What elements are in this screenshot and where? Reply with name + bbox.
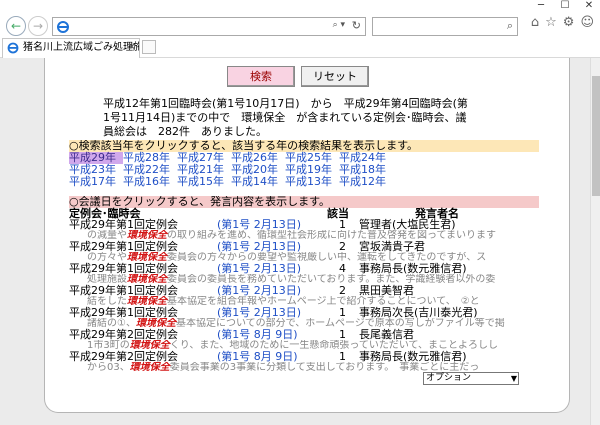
option-select-value: オプション: [426, 373, 472, 383]
result-speaker: 長尾義信君: [359, 328, 414, 341]
result-meeting: 平成29年第2回定例会: [69, 328, 178, 341]
result-date-link[interactable]: (第1号 8月 9日): [217, 351, 298, 362]
home-icon[interactable]: ⌂: [531, 15, 539, 30]
year-link[interactable]: 平成14年: [231, 176, 285, 188]
result-line: 平成29年第1回定例会 (第1号 2月13日) 2 宮坂満貴子君: [69, 241, 539, 252]
result-count: 4: [339, 262, 346, 275]
result-line: 平成29年第1回定例会 (第1号 2月13日) 1 管理者(大塩民生君): [69, 219, 539, 230]
result-row: 平成29年第1回定例会 (第1号 2月13日) 2 黒田美智君 結をした環境保全基本協…: [69, 285, 539, 307]
result-row: 平成29年第1回定例会 (第1号 2月13日) 2 宮坂満貴子君 の方々や環境保全委員…: [69, 241, 539, 263]
back-button[interactable]: ←: [6, 16, 26, 36]
result-count: 1: [339, 328, 346, 341]
maximize-icon[interactable]: ☐: [558, 0, 572, 14]
result-date-link[interactable]: (第1号 8月 9日): [217, 329, 298, 340]
option-select[interactable]: オプション ▼: [423, 372, 519, 385]
year-row: 平成17年 平成16年 平成15年 平成14年 平成13年 平成12年: [69, 176, 539, 188]
result-line: 平成29年第2回定例会 (第1号 8月 9日) 1 長尾義信君: [69, 329, 539, 340]
result-meeting: 平成29年第1回定例会: [69, 306, 178, 319]
chevron-down-icon: ▼: [510, 374, 517, 383]
result-line: 平成29年第2回定例会 (第1号 8月 9日) 1 事務局長(数元雅信君): [69, 351, 539, 362]
result-count: 2: [339, 284, 346, 297]
year-link[interactable]: 平成13年: [285, 176, 339, 188]
snippet-keyword: 環境保全: [129, 362, 170, 373]
address-search-dropdown-icon[interactable]: ⌕ ▾: [333, 20, 345, 30]
result-meeting: 平成29年第2回定例会: [69, 350, 178, 363]
vertical-scrollbar[interactable]: [590, 58, 600, 425]
settings-gear-icon[interactable]: ⚙: [563, 15, 575, 30]
result-speaker: 黒田美智君: [359, 284, 414, 297]
new-tab-button[interactable]: [142, 40, 156, 54]
tab-ie-icon: [7, 42, 19, 54]
result-speaker: 管理者(大塩民生君): [359, 218, 456, 231]
browser-tab-active[interactable]: 猪名川上流広域ごみ処理施... ✕: [2, 38, 140, 58]
result-count: 1: [339, 306, 346, 319]
result-row: 平成29年第1回定例会 (第1号 2月13日) 1 管理者(大塩民生君) の減量や環境…: [69, 219, 539, 241]
address-bar[interactable]: ⌕ ▾ ↻: [52, 17, 366, 36]
year-link[interactable]: 平成16年: [123, 176, 177, 188]
result-speaker: 事務局次長(吉川泰光君): [359, 306, 478, 319]
result-date-link[interactable]: (第1号 2月13日): [217, 307, 301, 318]
content-viewport: 検索 リセット 平成12年第1回臨時会(第1号10月17日) から 平成29年第…: [0, 58, 590, 425]
browser-chrome: ─ ☐ ✕ ← → ⌕ ▾ ↻ ⌕ ⌂ ☆ ⚙ ☺ 猪名川上流広域ごみ処理施..…: [0, 0, 600, 58]
result-row: 平成29年第1回定例会 (第1号 2月13日) 4 事務局長(数元雅信君) 処理施設環…: [69, 263, 539, 285]
year-link[interactable]: 平成15年: [177, 176, 231, 188]
year-link[interactable]: 平成17年: [69, 176, 123, 188]
page-panel: 検索 リセット 平成12年第1回臨時会(第1号10月17日) から 平成29年第…: [44, 58, 570, 413]
year-link[interactable]: 平成12年: [339, 176, 393, 188]
result-row: 平成29年第2回定例会 (第1号 8月 9日) 1 長尾義信君 1市3町の環境保全くり…: [69, 329, 539, 351]
result-meeting: 平成29年第1回定例会: [69, 262, 178, 275]
snippet-before: から03、: [77, 362, 130, 373]
minimize-icon[interactable]: ─: [534, 0, 548, 14]
refresh-icon[interactable]: ↻: [352, 19, 361, 32]
search-icon[interactable]: ⌕: [507, 19, 513, 33]
result-speaker: 事務局長(数元雅信君): [359, 350, 467, 363]
result-line: 平成29年第1回定例会 (第1号 2月13日) 4 事務局長(数元雅信君): [69, 263, 539, 274]
tab-title: 猪名川上流広域ごみ処理施...: [23, 42, 140, 53]
result-row: 平成29年第1回定例会 (第1号 2月13日) 1 事務局次長(吉川泰光君) 諸結の①…: [69, 307, 539, 329]
result-line: 平成29年第1回定例会 (第1号 2月13日) 2 黒田美智君: [69, 285, 539, 296]
result-count: 1: [339, 218, 346, 231]
tab-close-icon[interactable]: ✕: [128, 39, 136, 57]
window-controls: ─ ☐ ✕: [534, 0, 596, 14]
result-meeting: 平成29年第1回定例会: [69, 218, 178, 231]
smiley-feedback-icon[interactable]: ☺: [580, 15, 594, 30]
result-row: 平成29年第2回定例会 (第1号 8月 9日) 1 事務局長(数元雅信君) から03、…: [69, 351, 539, 373]
scrollbar-thumb[interactable]: [592, 76, 600, 196]
result-meeting: 平成29年第1回定例会: [69, 284, 178, 297]
forward-button[interactable]: →: [28, 16, 48, 36]
result-line: 平成29年第1回定例会 (第1号 2月13日) 1 事務局次長(吉川泰光君): [69, 307, 539, 318]
result-date-link[interactable]: (第1号 2月13日): [217, 285, 301, 296]
result-count: 1: [339, 350, 346, 363]
search-button[interactable]: 検索: [227, 66, 295, 87]
year-links: 平成29年 平成28年 平成27年 平成26年 平成25年 平成24年 平成23…: [69, 152, 539, 188]
reset-button[interactable]: リセット: [301, 66, 369, 87]
result-meeting: 平成29年第1回定例会: [69, 240, 178, 253]
ie-logo-icon: [57, 21, 69, 33]
result-speaker: 事務局長(数元雅信君): [359, 262, 467, 275]
result-date-link[interactable]: (第1号 2月13日): [217, 219, 301, 230]
toolbar-icons: ⌂ ☆ ⚙ ☺: [531, 15, 594, 30]
result-date-link[interactable]: (第1号 2月13日): [217, 241, 301, 252]
result-date-link[interactable]: (第1号 2月13日): [217, 263, 301, 274]
result-speaker: 宮坂満貴子君: [359, 240, 425, 253]
search-box[interactable]: ⌕: [372, 17, 518, 36]
search-controls: 検索 リセット: [227, 66, 369, 87]
close-icon[interactable]: ✕: [582, 0, 596, 14]
results-table: 定例会･臨時会 該当 発言者名 平成29年第1回定例会 (第1号 2月13日) 1 管…: [69, 208, 539, 373]
favorites-star-icon[interactable]: ☆: [545, 15, 557, 30]
result-summary: 平成12年第1回臨時会(第1号10月17日) から 平成29年第4回臨時会(第1…: [103, 97, 468, 138]
result-count: 2: [339, 240, 346, 253]
